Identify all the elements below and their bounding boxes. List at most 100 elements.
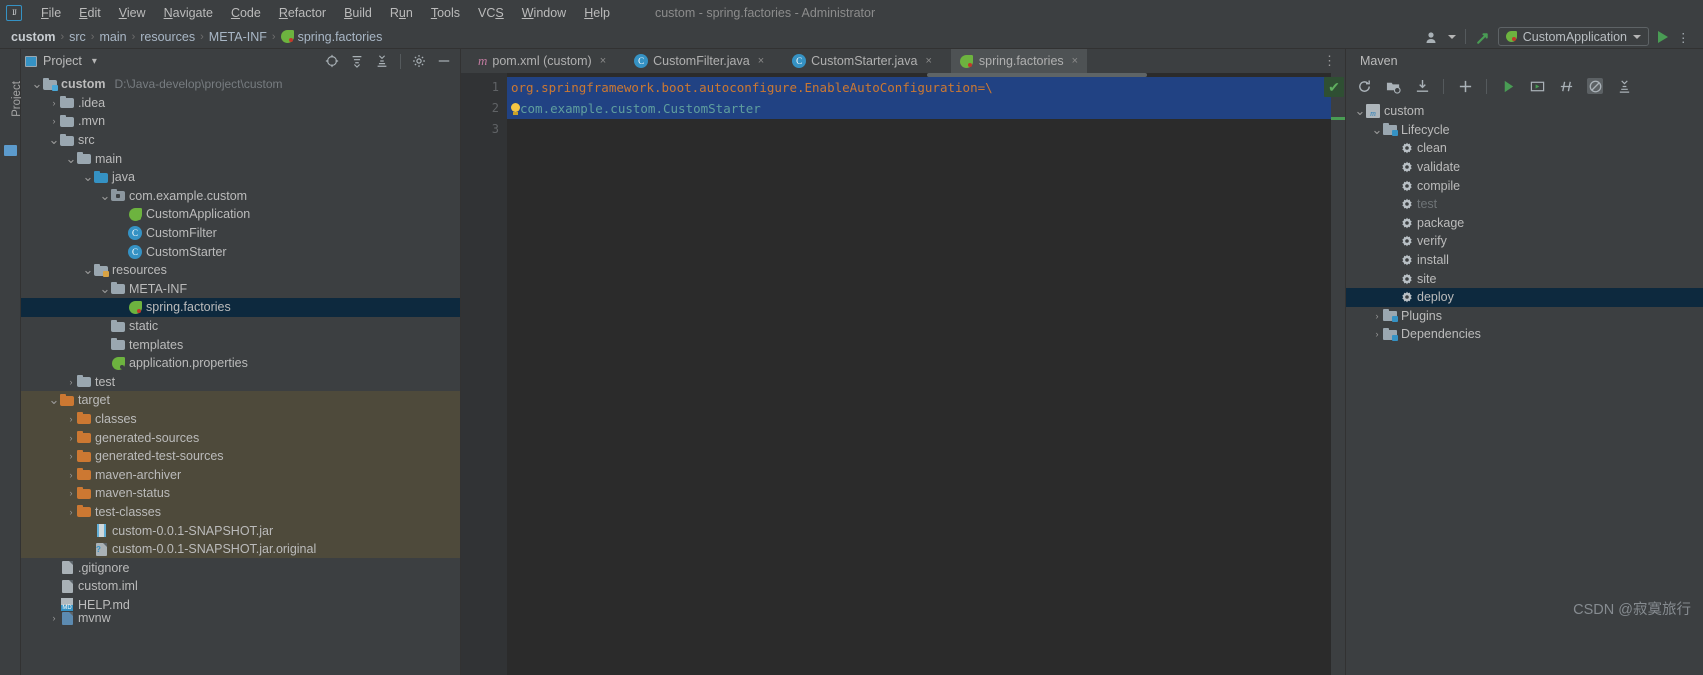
gear-icon[interactable] (412, 54, 426, 68)
locate-icon[interactable] (325, 54, 339, 68)
toggle-skip-tests-icon[interactable] (1558, 78, 1574, 94)
inspection-status-badge[interactable]: ✔ (1324, 77, 1344, 97)
tree-node-resources[interactable]: ⌄ resources (21, 261, 460, 280)
tree-node-application-properties[interactable]: application.properties (21, 354, 460, 373)
execute-goal-icon[interactable] (1529, 78, 1545, 94)
collapse-all-icon[interactable] (375, 54, 389, 68)
download-sources-icon[interactable] (1414, 78, 1430, 94)
chevron-down-icon[interactable]: ⌄ (65, 152, 77, 165)
tree-node-generated-test-sources[interactable]: › generated-test-sources (21, 446, 460, 466)
maven-node-test[interactable]: test (1346, 195, 1703, 214)
tree-node-meta-inf[interactable]: ⌄ META-INF (21, 280, 460, 299)
menu-tools[interactable]: Tools (422, 4, 469, 22)
user-icon[interactable] (1425, 30, 1439, 44)
chevron-right-icon[interactable]: › (65, 470, 77, 480)
project-panel-title[interactable]: Project ▾ (25, 54, 97, 68)
maven-node-lifecycle[interactable]: ⌄ Lifecycle (1346, 121, 1703, 140)
tree-node-test-classes[interactable]: › test-classes (21, 502, 460, 522)
close-icon[interactable]: × (925, 55, 931, 67)
maven-node-plugins[interactable]: › Plugins (1346, 307, 1703, 326)
chevron-right-icon[interactable]: › (1371, 311, 1383, 321)
editor-markup-bar[interactable]: ✔ (1324, 73, 1345, 675)
chevron-right-icon[interactable]: › (65, 414, 77, 424)
menu-refactor[interactable]: Refactor (270, 4, 335, 22)
chevron-right-icon[interactable]: › (48, 613, 60, 623)
tree-node-src[interactable]: ⌄ src (21, 131, 460, 150)
menu-build[interactable]: Build (335, 4, 381, 22)
chevron-right-icon[interactable]: › (65, 377, 77, 387)
menu-code[interactable]: Code (222, 4, 270, 22)
chevron-down-icon[interactable]: ⌄ (1354, 104, 1366, 117)
tree-node-idea[interactable]: › .idea (21, 94, 460, 113)
breadcrumb-item-src[interactable]: src (64, 30, 91, 44)
horizontal-scrollbar[interactable] (927, 73, 1147, 77)
tree-node-customfilter[interactable]: C CustomFilter (21, 224, 460, 243)
tree-node-static[interactable]: static (21, 317, 460, 336)
hide-icon[interactable] (437, 54, 451, 68)
close-icon[interactable]: × (758, 55, 764, 67)
collapse-all-icon[interactable] (1616, 78, 1632, 94)
maven-node-verify[interactable]: verify (1346, 232, 1703, 251)
run-icon[interactable] (1658, 30, 1668, 43)
tree-node-target[interactable]: ⌄ target (21, 391, 460, 410)
add-module-icon[interactable] (1385, 78, 1401, 94)
expand-all-icon[interactable] (350, 54, 364, 68)
maven-tree[interactable]: ⌄ m custom ⌄ Lifecycle clean validate compile te… (1346, 99, 1703, 675)
breadcrumb-item-meta-inf[interactable]: META-INF (204, 30, 272, 44)
menu-window[interactable]: Window (513, 4, 575, 22)
hammer-icon[interactable] (1475, 30, 1489, 44)
menu-navigate[interactable]: Navigate (155, 4, 222, 22)
chevron-right-icon[interactable]: › (65, 451, 77, 461)
code-line-3[interactable] (507, 119, 1331, 140)
chevron-down-icon[interactable] (1447, 34, 1456, 39)
code-line-2[interactable]: com.example.custom.CustomStarter (507, 98, 1331, 119)
chevron-right-icon[interactable]: › (48, 98, 60, 108)
maven-node-custom[interactable]: ⌄ m custom (1346, 102, 1703, 121)
editor-tab-pom-xml-custom[interactable]: m pom.xml (custom) × (469, 49, 615, 73)
tree-node-custom-iml[interactable]: custom.iml (21, 577, 460, 596)
tree-node-maven-archiver[interactable]: › maven-archiver (21, 465, 460, 485)
chevron-right-icon[interactable]: › (65, 507, 77, 517)
breadcrumb-item-custom[interactable]: custom (6, 30, 60, 44)
code-editor[interactable]: 1 2 3 org.springframework.boot.autoconfigu… (461, 73, 1345, 675)
menu-view[interactable]: View (110, 4, 155, 22)
close-icon[interactable]: × (600, 55, 606, 67)
tree-node-mvnw[interactable]: › mvnw (21, 611, 460, 625)
tree-node-customapplication[interactable]: CustomApplication (21, 205, 460, 224)
tree-node-spring-factories[interactable]: spring.factories (21, 298, 460, 317)
tree-node-test[interactable]: › test (21, 373, 460, 392)
breadcrumb-item-main[interactable]: main (94, 30, 131, 44)
menu-file[interactable]: File (32, 4, 70, 22)
tree-node-com-example-custom[interactable]: ⌄ com.example.custom (21, 187, 460, 206)
run-icon[interactable] (1500, 78, 1516, 94)
toggle-offline-icon[interactable] (1587, 78, 1603, 94)
maven-node-install[interactable]: install (1346, 251, 1703, 270)
editor-tab-list[interactable]: m pom.xml (custom) × C CustomFilter.java × C Cu… (461, 49, 1095, 73)
chevron-down-icon[interactable]: ⌄ (99, 189, 111, 202)
tree-node-mvn[interactable]: › .mvn (21, 112, 460, 131)
chevron-down-icon[interactable]: ⌄ (82, 263, 94, 276)
tree-node-gitignore[interactable]: .gitignore (21, 558, 460, 577)
menu-run[interactable]: Run (381, 4, 422, 22)
chevron-down-icon[interactable]: ⌄ (99, 282, 111, 295)
tree-node-templates[interactable]: templates (21, 335, 460, 354)
chevron-right-icon[interactable]: › (48, 116, 60, 126)
maven-node-validate[interactable]: validate (1346, 158, 1703, 177)
maven-node-compile[interactable]: compile (1346, 176, 1703, 195)
chevron-down-icon[interactable]: ⌄ (31, 77, 43, 90)
more-icon[interactable]: ⋮ (1677, 30, 1691, 45)
tree-node-java[interactable]: ⌄ java (21, 168, 460, 187)
tree-node-generated-sources[interactable]: › generated-sources (21, 428, 460, 447)
tree-node-customstarter[interactable]: C CustomStarter (21, 242, 460, 261)
menu-edit[interactable]: Edit (70, 4, 110, 22)
run-configuration-selector[interactable]: CustomApplication (1497, 27, 1649, 46)
tree-node-main[interactable]: ⌄ main (21, 149, 460, 168)
tree-node-custom-0-0-1-snapshot-jar[interactable]: custom-0.0.1-SNAPSHOT.jar (21, 521, 460, 540)
editor-tabs-more-icon[interactable]: ⋮ (1323, 53, 1345, 69)
add-icon[interactable] (1457, 78, 1473, 94)
editor-tab-customfilter-java[interactable]: C CustomFilter.java × (625, 49, 773, 73)
code-content[interactable]: org.springframework.boot.autoconfigure.E… (507, 73, 1331, 675)
menu-vcs[interactable]: VCS (469, 4, 513, 22)
maven-node-clean[interactable]: clean (1346, 139, 1703, 158)
maven-node-package[interactable]: package (1346, 214, 1703, 233)
